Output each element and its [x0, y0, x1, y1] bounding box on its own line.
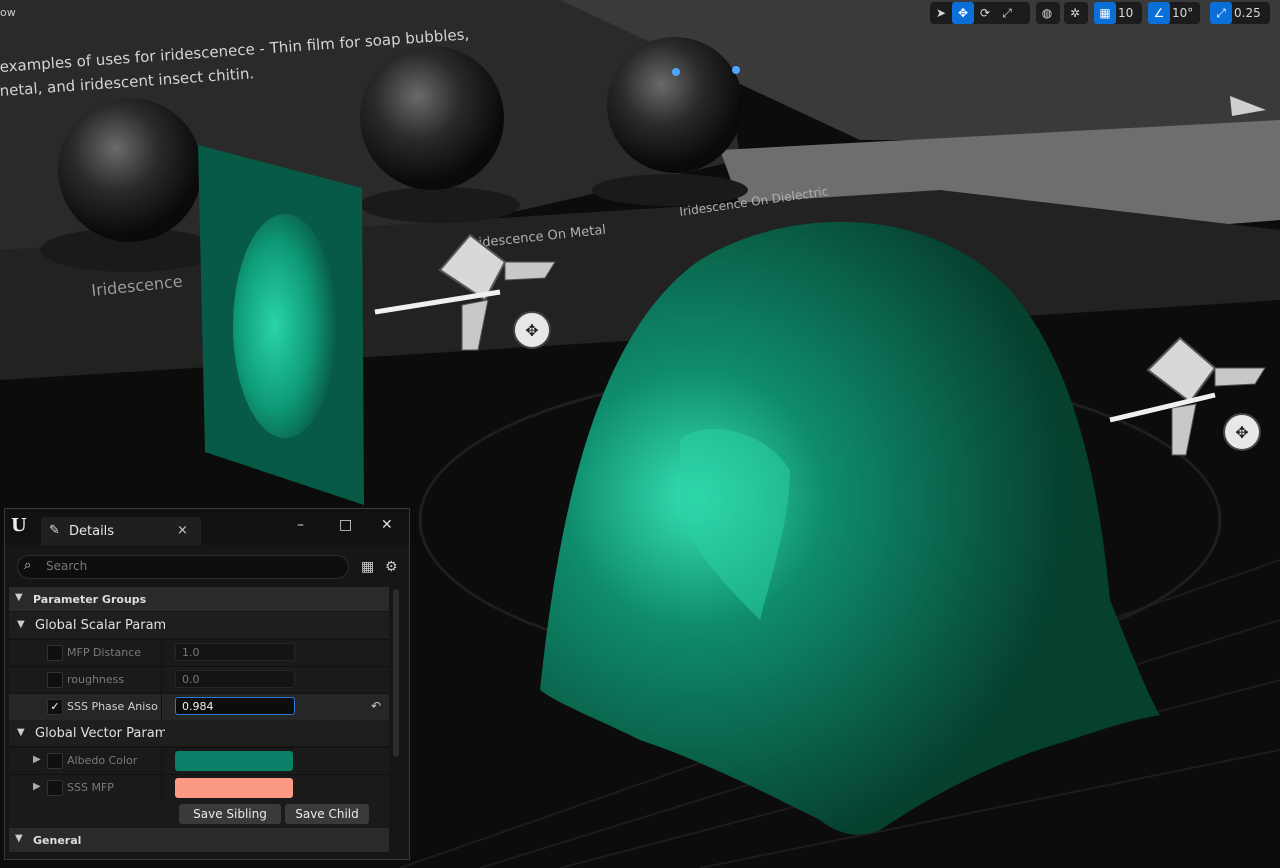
- collapse-caret-icon: ▼: [15, 592, 23, 603]
- param-name: SSS MFP: [67, 781, 114, 794]
- translate-icon[interactable]: ✥: [952, 2, 974, 24]
- grid-snap-toggle[interactable]: ▦ 10: [1094, 2, 1142, 24]
- column-divider: [161, 667, 162, 693]
- details-scrollbar[interactable]: [393, 589, 399, 757]
- param-row-sss-phase-aniso: ✓ SSS Phase Aniso 0.984 ↶: [9, 693, 389, 720]
- surface-snap-icon[interactable]: ✲: [1064, 2, 1086, 24]
- save-buttons-row: Save Sibling Save Child: [9, 801, 389, 827]
- unreal-logo-icon: U: [11, 515, 27, 536]
- param-value-field[interactable]: 0.0: [175, 670, 295, 688]
- iridescent-sphere-dielectric: [607, 37, 743, 173]
- param-name: SSS Phase Aniso: [67, 700, 158, 713]
- override-checkbox[interactable]: [47, 672, 63, 688]
- world-icon[interactable]: ◍: [1036, 2, 1058, 24]
- settings-gear-icon[interactable]: ⚙: [385, 559, 398, 575]
- param-name: roughness: [67, 673, 125, 686]
- param-name: Albedo Color: [67, 754, 138, 767]
- surface-snap-toggle[interactable]: ✲: [1064, 2, 1088, 24]
- override-checkbox[interactable]: [47, 780, 63, 796]
- search-icon: ⌕: [24, 558, 32, 573]
- section-parameter-groups[interactable]: ▼ Parameter Groups: [9, 587, 389, 611]
- save-child-button[interactable]: Save Child: [285, 804, 369, 824]
- color-swatch[interactable]: [175, 778, 293, 798]
- section-global-vector[interactable]: ▼ Global Vector Paramet: [9, 720, 389, 746]
- param-row-albedo-color: ▶ Albedo Color: [9, 747, 389, 774]
- collapse-caret-icon: ▼: [15, 833, 23, 844]
- column-divider: [161, 775, 162, 801]
- section-title: General: [33, 834, 82, 847]
- blue-glint: [672, 68, 680, 76]
- section-global-scalar[interactable]: ▼ Global Scalar Paramete: [9, 612, 389, 638]
- maximize-icon[interactable]: □: [339, 517, 352, 533]
- scale-icon[interactable]: ⤢: [996, 2, 1018, 24]
- move-arrows-icon: ✥: [525, 321, 538, 340]
- column-divider: [161, 694, 162, 720]
- close-tab-icon[interactable]: ×: [177, 523, 188, 538]
- move-arrows-icon: ✥: [1235, 423, 1248, 442]
- world-local-toggle[interactable]: ◍: [1036, 2, 1060, 24]
- search-input[interactable]: ⌕ Search: [17, 555, 349, 579]
- sss-disc: [233, 214, 337, 438]
- param-row-roughness: roughness 0.0: [9, 666, 389, 693]
- reset-to-default-icon[interactable]: ↶: [371, 699, 381, 713]
- column-divider: [161, 748, 162, 774]
- blue-glint: [732, 66, 740, 74]
- tab-details[interactable]: ✎ Details ×: [41, 517, 201, 545]
- details-titlebar[interactable]: U ✎ Details × – □ ✕: [5, 509, 409, 545]
- table-view-icon[interactable]: ▦: [361, 559, 374, 575]
- expand-arrow-icon[interactable]: ▶: [33, 781, 41, 792]
- details-panel: U ✎ Details × – □ ✕ ⌕ Search ▦ ⚙ ▼ Param…: [4, 508, 410, 860]
- grid-snap-icon[interactable]: ▦: [1094, 2, 1116, 24]
- pencil-icon: ✎: [49, 523, 60, 538]
- save-sibling-button[interactable]: Save Sibling: [179, 804, 281, 824]
- expand-arrow-icon[interactable]: ▶: [33, 754, 41, 765]
- collapse-caret-icon: ▼: [17, 619, 25, 630]
- scale-snap-toggle[interactable]: ⤢ 0.25: [1210, 2, 1270, 24]
- scale-snap-icon[interactable]: ⤢: [1210, 2, 1232, 24]
- scale-snap-value[interactable]: 0.25: [1232, 6, 1267, 20]
- section-general[interactable]: ▼ General: [9, 828, 389, 852]
- color-swatch[interactable]: [175, 751, 293, 771]
- param-row-mfp-distance: MFP Distance 1.0: [9, 639, 389, 666]
- rotation-snap-toggle[interactable]: ∠ 10°: [1148, 2, 1200, 24]
- column-divider: [161, 640, 162, 666]
- select-icon[interactable]: ➤: [930, 2, 952, 24]
- rotation-snap-value[interactable]: 10°: [1170, 6, 1199, 20]
- viewport-label: ow: [0, 6, 16, 19]
- tab-details-label: Details: [69, 524, 115, 539]
- section-title: Global Scalar Paramete: [35, 618, 165, 633]
- minimize-icon[interactable]: –: [297, 517, 304, 533]
- override-checkbox[interactable]: [47, 645, 63, 661]
- search-placeholder: Search: [46, 559, 88, 573]
- transform-tools-group: ➤ ✥ ⟳ ⤢: [930, 2, 1030, 24]
- iridescent-sphere-metal: [360, 46, 504, 190]
- param-value-field[interactable]: 0.984: [175, 697, 295, 715]
- iridescent-sphere-1: [58, 98, 202, 242]
- grid-snap-value[interactable]: 10: [1116, 6, 1139, 20]
- section-title: Global Vector Paramet: [35, 726, 165, 741]
- pedestal-2: [360, 187, 520, 223]
- param-name: MFP Distance: [67, 646, 142, 659]
- section-title: Parameter Groups: [33, 593, 147, 606]
- collapse-caret-icon: ▼: [17, 727, 25, 738]
- param-value-field[interactable]: 1.0: [175, 643, 295, 661]
- close-window-icon[interactable]: ✕: [381, 517, 393, 533]
- param-row-sss-mfp: ▶ SSS MFP: [9, 774, 389, 801]
- override-checkbox[interactable]: ✓: [47, 699, 63, 715]
- rotate-icon[interactable]: ⟳: [974, 2, 996, 24]
- rotation-snap-icon[interactable]: ∠: [1148, 2, 1170, 24]
- override-checkbox[interactable]: [47, 753, 63, 769]
